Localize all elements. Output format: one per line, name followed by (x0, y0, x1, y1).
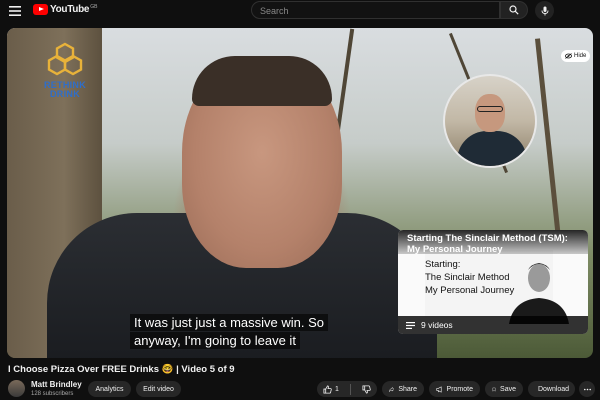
video-title: I Choose Pizza Over FREE Drinks 🤓 | Vide… (8, 364, 235, 375)
analytics-button[interactable]: Analytics (88, 381, 131, 397)
share-button[interactable]: Share (382, 381, 424, 397)
search-button[interactable] (500, 1, 528, 19)
save-button[interactable]: Save (485, 381, 523, 397)
download-label: Download (537, 385, 570, 393)
eye-off-icon (565, 53, 572, 59)
logo-country-code: GB (90, 3, 98, 10)
dislike-button[interactable] (362, 384, 371, 394)
playlist-video-count: 9 videos (421, 320, 453, 330)
bookmark-icon (492, 387, 496, 392)
masthead: YouTube GB (0, 0, 600, 22)
webcam-person-shirt (457, 131, 527, 166)
promote-button[interactable]: Promote (429, 381, 480, 397)
search-box (251, 1, 500, 19)
channel-name[interactable]: Matt Brindley (31, 380, 82, 389)
caption-line-2: anyway, I'm going to leave it (130, 332, 300, 349)
presenter-hair (192, 56, 332, 106)
share-label: Share (398, 385, 417, 393)
edit-video-label: Edit video (143, 385, 174, 393)
webcam-person-glasses (477, 106, 503, 112)
rethink-drink-watermark: RETHINK DRINK (37, 42, 93, 99)
endscreen-playlist-card[interactable]: Starting: The Sinclair Method My Persona… (398, 230, 588, 334)
voice-search-button[interactable] (535, 1, 554, 20)
more-horizontal-icon (583, 388, 591, 390)
playlist-title-line: Starting The Sinclair Method (TSM): (407, 233, 568, 244)
more-actions-button[interactable] (579, 381, 595, 397)
playlist-thumbnail: Starting: The Sinclair Method My Persona… (425, 250, 569, 324)
video-player[interactable]: RETHINK DRINK Hide It was just just a ma… (7, 28, 593, 358)
like-button[interactable]: 1 (323, 384, 339, 394)
rethink-drink-logo-icon (47, 42, 83, 76)
webcam-overlay (443, 74, 537, 168)
microphone-icon (541, 6, 548, 15)
guide-menu-button[interactable] (6, 3, 24, 19)
download-button[interactable]: Download (528, 381, 575, 397)
youtube-play-icon (33, 4, 48, 15)
playlist-thumbnail-person (509, 263, 569, 324)
hide-camera-button[interactable]: Hide (561, 50, 591, 62)
thumbs-down-icon (362, 384, 371, 394)
analytics-label: Analytics (95, 385, 124, 393)
playlist-count-bar: 9 videos (398, 316, 588, 334)
subscriber-count: 128 subscribers (31, 391, 74, 397)
hide-label: Hide (574, 53, 587, 59)
like-count: 1 (335, 385, 339, 393)
owner-row: Matt Brindley 128 subscribers Analytics … (8, 379, 598, 399)
search-icon (509, 5, 519, 15)
promote-label: Promote (446, 385, 473, 393)
logo-text: YouTube (50, 4, 90, 15)
like-dislike-segment: 1 (317, 381, 377, 397)
megaphone-icon (436, 385, 442, 393)
thumbs-up-icon (323, 384, 332, 394)
save-label: Save (500, 385, 516, 393)
hamburger-menu-icon (9, 6, 21, 16)
edit-video-button[interactable]: Edit video (136, 381, 181, 397)
playlist-title-line: My Personal Journey (407, 244, 503, 255)
brand-text-line-2: DRINK (50, 89, 80, 99)
youtube-logo[interactable]: YouTube GB (33, 4, 97, 15)
search-input[interactable] (258, 3, 500, 19)
channel-avatar[interactable] (8, 380, 25, 397)
share-icon (389, 386, 395, 392)
caption-line-1: It was just just a massive win. So (130, 314, 329, 331)
like-dislike-divider (349, 383, 351, 395)
webcam-person-face (475, 94, 505, 132)
playlist-title: Starting The Sinclair Method (TSM): My P… (398, 230, 588, 255)
playlist-icon (406, 321, 415, 329)
